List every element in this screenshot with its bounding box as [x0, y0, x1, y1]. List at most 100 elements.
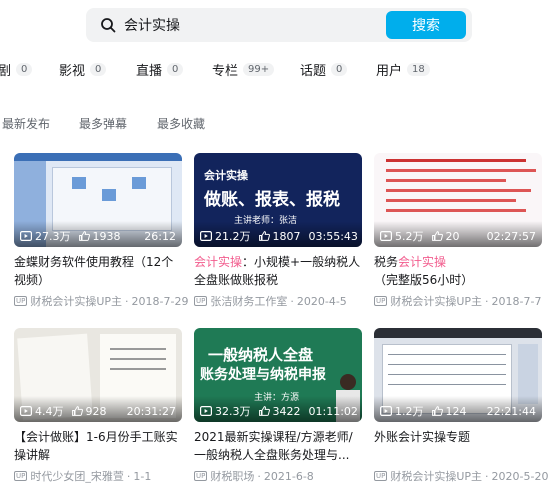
like-count: 20: [445, 229, 460, 243]
up-badge-icon: UP: [374, 296, 388, 306]
separator: ·: [126, 469, 131, 483]
thumb-caption: 一般纳税人全盘: [208, 346, 314, 364]
play-count-icon: [200, 406, 212, 416]
tab-label: 影视: [59, 64, 86, 79]
title-text: 【会计做账】1-6月份手工账实操讲解: [14, 430, 178, 462]
search-input[interactable]: [124, 14, 374, 36]
search-icon: [101, 18, 116, 33]
thumb-caption: 会计实操: [204, 169, 248, 182]
duration: 03:55:43: [308, 229, 358, 243]
video-title[interactable]: 【会计做账】1-6月份手工账实操讲解: [14, 428, 182, 464]
tab-topic[interactable]: 话题 0: [300, 60, 348, 79]
view-count: 32.3万: [215, 405, 251, 418]
video-thumbnail[interactable]: 会计实操 做账、报表、报税 主讲老师：张洁 21.2万 1807 03:55:4…: [194, 153, 362, 247]
search-button[interactable]: 搜索: [386, 11, 466, 39]
video-title[interactable]: 金蝶财务软件使用教程（12个视频）: [14, 253, 182, 289]
tab-count-badge: 0: [167, 63, 184, 76]
duration: 20:31:27: [126, 404, 176, 418]
separator: ·: [290, 294, 294, 308]
play-count-icon: [200, 231, 212, 241]
separator: ·: [485, 294, 489, 308]
tab-label: 用户: [376, 64, 403, 79]
video-meta: UP 财税职场 · 2021-6-8: [194, 468, 368, 484]
like-count: 1807: [272, 229, 301, 243]
search-bar: 搜索: [86, 8, 472, 42]
duration: 01:11:02: [308, 404, 358, 418]
video-title[interactable]: 税务会计实操 （完整版56小时）: [374, 253, 542, 289]
title-text: 外账会计实操专题: [374, 430, 471, 444]
video-meta: UP 财税会计实操UP主 · 2018-7-29: [14, 293, 188, 309]
up-badge-icon: UP: [374, 471, 388, 481]
tab-label: 专栏: [212, 64, 239, 79]
play-count-icon: [20, 231, 32, 241]
play-count-icon: [380, 406, 392, 416]
video-meta: UP 财税会计实操UP主 · 2020-5-20: [374, 468, 548, 484]
duration: 26:12: [144, 229, 176, 243]
title-text: 税务: [374, 255, 399, 269]
video-meta: UP 时代少女团_宋雅萱 · 1-1: [14, 468, 188, 484]
like-icon: [258, 231, 270, 241]
tab-live[interactable]: 直播 0: [136, 60, 184, 79]
thumb-headline: 做账、报表、报税: [204, 190, 340, 210]
tab-user[interactable]: 用户 18: [376, 60, 430, 79]
tab-count-badge: 0: [90, 63, 107, 76]
publish-date: 2020-4-5: [296, 294, 347, 308]
tab-label: 话题: [300, 64, 327, 79]
video-meta: UP 张洁财务工作室 · 2020-4-5: [194, 293, 368, 309]
author-name[interactable]: 张洁财务工作室: [210, 293, 287, 309]
up-badge-icon: UP: [14, 296, 28, 306]
author-name[interactable]: 财税职场: [210, 468, 254, 484]
like-icon: [431, 231, 443, 241]
sort-most-favorites[interactable]: 最多收藏: [157, 115, 205, 132]
title-highlight: 会计实操: [398, 255, 447, 269]
separator: ·: [125, 294, 129, 308]
view-count: 27.3万: [35, 230, 71, 243]
publish-date: 2018-7-7: [491, 294, 542, 308]
author-name[interactable]: 时代少女团_宋雅萱: [30, 468, 124, 484]
tab-count-badge: 18: [407, 63, 430, 76]
like-count: 928: [85, 404, 107, 418]
author-name[interactable]: 财税会计实操UP主: [390, 293, 482, 309]
author-name[interactable]: 财税会计实操UP主: [30, 293, 122, 309]
tab-label: 直播: [136, 64, 163, 79]
like-icon: [71, 406, 83, 416]
separator: ·: [485, 469, 489, 483]
video-thumbnail[interactable]: 27.3万 1938 26:12: [14, 153, 182, 247]
tab-film[interactable]: 影视 0: [59, 60, 107, 79]
publish-date: 2018-7-29: [131, 294, 189, 308]
tab-count-badge: 99+: [243, 63, 275, 76]
video-title[interactable]: 会计实操：小规模+一般纳税人全盘账做账报税: [194, 253, 362, 289]
video-thumbnail[interactable]: 一般纳税人全盘 账务处理与纳税申报 主讲：方源 32.3万 3422 01:11…: [194, 328, 362, 422]
thumb-headline: 账务处理与纳税申报: [200, 367, 326, 383]
tab-count-badge: 0: [331, 63, 348, 76]
title-text: 2021最新实操课程/方源老师/一般纳税人全盘账务处理与...: [194, 430, 353, 462]
duration: 22:21:44: [486, 404, 536, 418]
video-thumbnail[interactable]: 4.4万 928 20:31:27: [14, 328, 182, 422]
like-icon: [258, 406, 270, 416]
video-title[interactable]: 2021最新实操课程/方源老师/一般纳税人全盘账务处理与...: [194, 428, 362, 464]
like-icon: [78, 231, 90, 241]
tab-label: 剧: [0, 64, 12, 79]
view-count: 21.2万: [215, 230, 251, 243]
title-text: （完整版56小时）: [374, 273, 474, 287]
sort-most-danmaku[interactable]: 最多弹幕: [79, 115, 127, 132]
video-thumbnail[interactable]: 5.2万 20 02:27:57: [374, 153, 542, 247]
play-count-icon: [20, 406, 32, 416]
publish-date: 2020-5-20: [491, 469, 549, 483]
video-thumbnail[interactable]: 1.2万 124 22:21:44: [374, 328, 542, 422]
tab-drama[interactable]: 剧 0: [0, 60, 33, 79]
title-text: 金蝶财务软件使用教程（12个视频）: [14, 255, 174, 287]
view-count: 4.4万: [35, 405, 64, 418]
sort-latest[interactable]: 最新发布: [2, 115, 50, 132]
video-title[interactable]: 外账会计实操专题: [374, 428, 542, 446]
up-badge-icon: UP: [14, 471, 28, 481]
publish-date: 1-1: [133, 469, 152, 483]
tab-count-badge: 0: [16, 63, 33, 76]
tab-column[interactable]: 专栏 99+: [212, 60, 275, 79]
up-badge-icon: UP: [194, 296, 208, 306]
author-name[interactable]: 财税会计实操UP主: [390, 468, 482, 484]
video-meta: UP 财税会计实操UP主 · 2018-7-7: [374, 293, 548, 309]
play-count-icon: [380, 231, 392, 241]
up-badge-icon: UP: [194, 471, 208, 481]
like-count: 1938: [92, 229, 121, 243]
